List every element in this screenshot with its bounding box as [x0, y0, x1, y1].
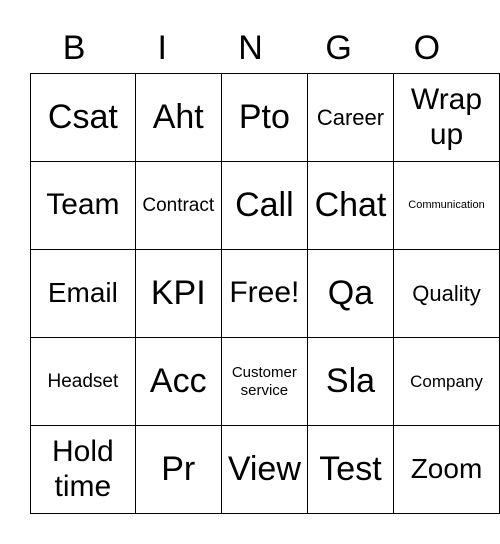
- bingo-cell[interactable]: Free!: [220, 249, 308, 338]
- bingo-cell[interactable]: Call: [220, 161, 308, 250]
- bingo-cell[interactable]: Zoom: [393, 425, 500, 514]
- bingo-cell[interactable]: Sla: [306, 337, 395, 426]
- header-letter: N: [238, 29, 263, 67]
- bingo-cell[interactable]: Csat: [30, 73, 136, 162]
- bingo-cell[interactable]: Quality: [393, 249, 500, 338]
- bingo-grid: Csat Aht Pto Career Wrap up Team Contract Call C…: [30, 73, 500, 514]
- bingo-cell[interactable]: Headset: [30, 337, 136, 426]
- bingo-cell[interactable]: Acc: [134, 337, 222, 426]
- bingo-cell[interactable]: Qa: [306, 249, 395, 338]
- bingo-cell[interactable]: Pr: [134, 425, 222, 514]
- bingo-row: Team Contract Call Chat Communication: [30, 161, 500, 250]
- header-letter: G: [325, 29, 352, 67]
- bingo-cell[interactable]: Team: [30, 161, 136, 250]
- bingo-cell[interactable]: View: [220, 425, 308, 514]
- bingo-cell[interactable]: Communication: [393, 161, 500, 250]
- bingo-row: Email KPI Free! Qa Quality: [30, 249, 500, 338]
- bingo-row: Hold time Pr View Test Zoom: [30, 425, 500, 514]
- header-letter: O: [413, 29, 441, 67]
- header-letter: I: [157, 29, 167, 67]
- bingo-cell[interactable]: Aht: [134, 73, 222, 162]
- bingo-cell[interactable]: Chat: [306, 161, 395, 250]
- header-letter: B: [62, 29, 86, 67]
- bingo-cell[interactable]: Wrap up: [393, 73, 500, 162]
- bingo-cell[interactable]: Hold time: [30, 425, 136, 514]
- bingo-row: Csat Aht Pto Career Wrap up: [30, 73, 500, 162]
- bingo-cell[interactable]: KPI: [134, 249, 222, 338]
- bingo-cell[interactable]: Customer service: [220, 337, 308, 426]
- bingo-cell[interactable]: Email: [30, 249, 136, 338]
- bingo-cell[interactable]: Company: [393, 337, 500, 426]
- bingo-cell[interactable]: Career: [306, 73, 395, 162]
- bingo-row: Headset Acc Customer service Sla Company: [30, 337, 500, 426]
- bingo-cell[interactable]: Contract: [134, 161, 222, 250]
- bingo-cell[interactable]: Pto: [220, 73, 308, 162]
- bingo-cell[interactable]: Test: [306, 425, 395, 514]
- bingo-header: B I N G O: [30, 24, 471, 72]
